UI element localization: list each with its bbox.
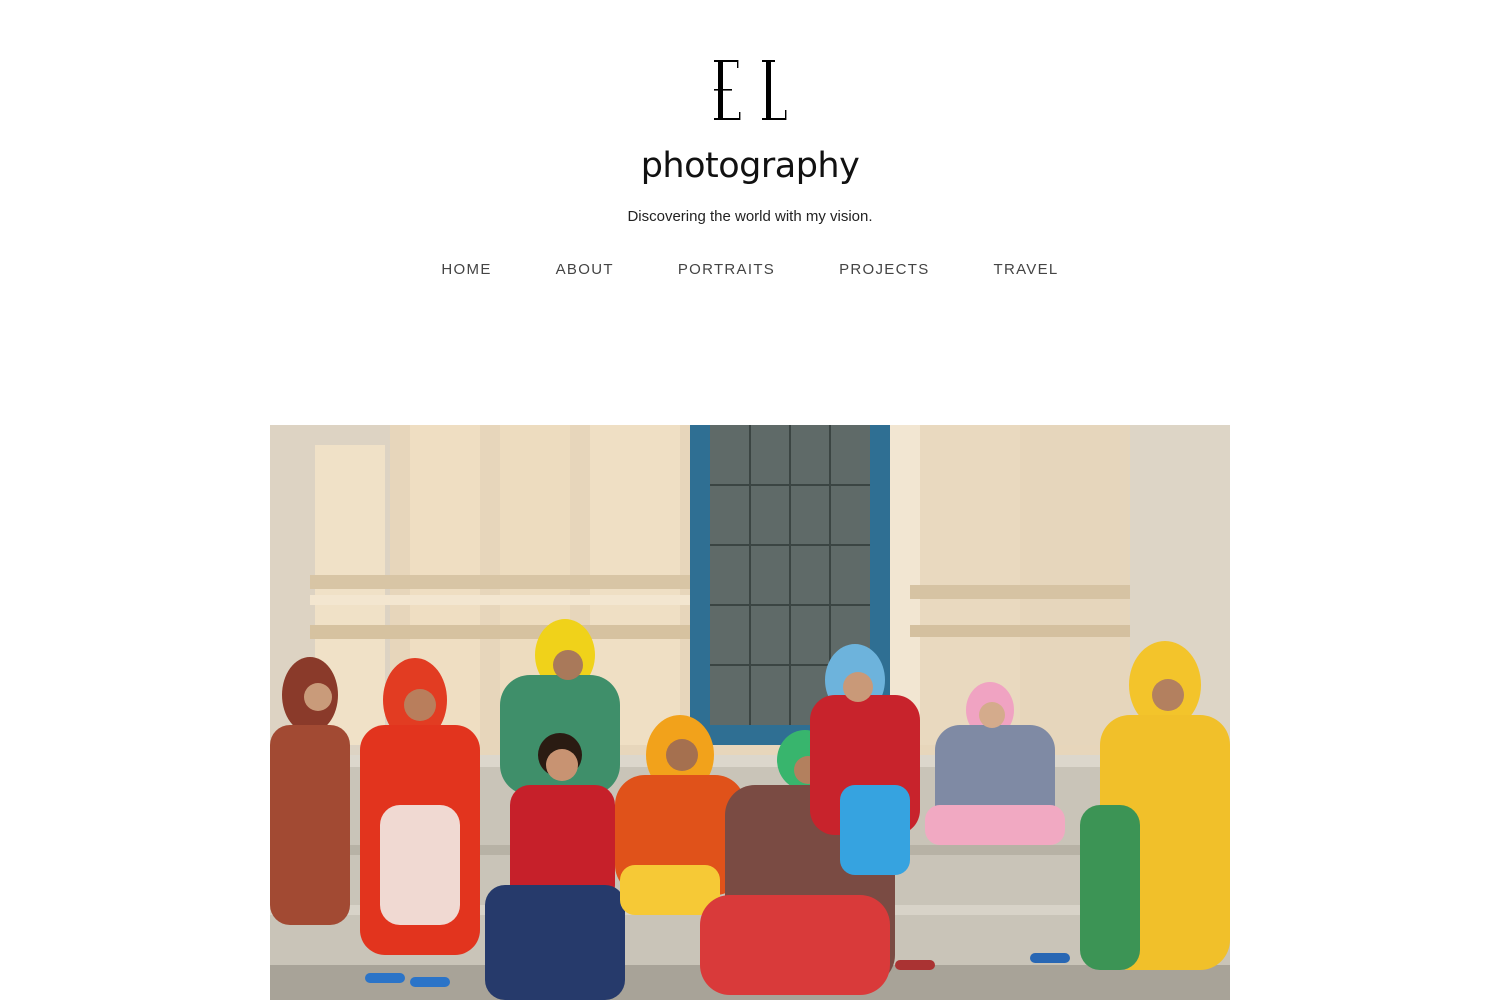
- site-title[interactable]: photography: [0, 146, 1500, 186]
- site-tagline: Discovering the world with my vision.: [627, 208, 873, 225]
- hero-photo: [270, 425, 1230, 1000]
- el-monogram-logo: [714, 60, 787, 120]
- site-header: photography Discovering the world with m…: [0, 0, 1500, 320]
- hero-photo-illustration: [270, 425, 1230, 1000]
- nav-item-about[interactable]: ABOUT: [524, 261, 646, 278]
- nav-item-portraits[interactable]: PORTRAITS: [646, 261, 807, 278]
- main-navigation: HOME ABOUT PORTRAITS PROJECTS TRAVEL: [0, 261, 1500, 278]
- nav-item-home[interactable]: HOME: [409, 261, 523, 278]
- nav-item-projects[interactable]: PROJECTS: [807, 261, 961, 278]
- nav-item-travel[interactable]: TRAVEL: [962, 261, 1091, 278]
